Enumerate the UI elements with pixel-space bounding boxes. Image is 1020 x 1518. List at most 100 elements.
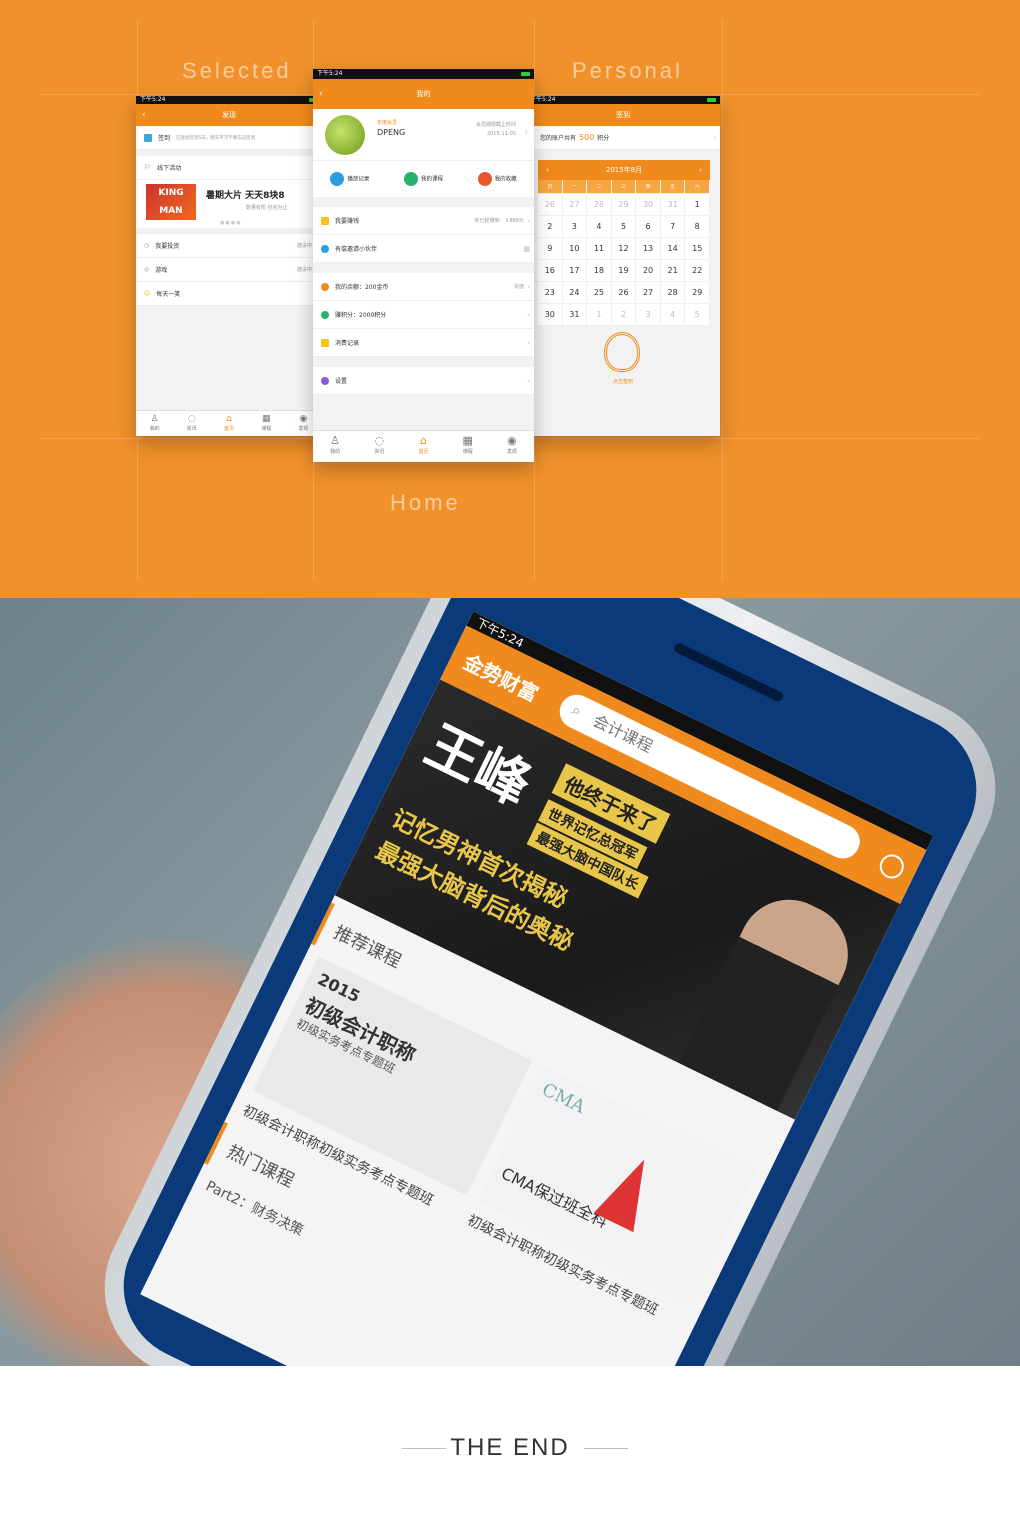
- prev-month-button[interactable]: ‹: [546, 160, 549, 180]
- calendar-day[interactable]: 24: [562, 282, 588, 304]
- calendar-day[interactable]: 9: [538, 238, 563, 260]
- calendar-day[interactable]: 15: [685, 238, 710, 260]
- nav-bar: ‹ 发现: [136, 104, 322, 126]
- smile-icon: ☺: [144, 290, 151, 297]
- calendar-day[interactable]: 29: [685, 282, 710, 304]
- play-history-button[interactable]: 播放记录: [330, 172, 369, 186]
- tab-news[interactable]: ◌ 资讯: [173, 411, 210, 436]
- calendar-day[interactable]: 5: [611, 216, 637, 238]
- calendar-day[interactable]: 31: [562, 304, 588, 326]
- calendar-header: ‹ 2015年8月 ›: [538, 160, 710, 180]
- tab-home[interactable]: ⌂ 首页: [210, 411, 247, 436]
- calendar-day[interactable]: 28: [660, 282, 686, 304]
- tab-mine[interactable]: ♙ 我的: [313, 431, 357, 462]
- calendar-day[interactable]: 14: [660, 238, 686, 260]
- calendar-day[interactable]: 26: [538, 194, 563, 216]
- page-title: 发现: [222, 111, 236, 119]
- fingerprint-icon[interactable]: [604, 332, 640, 372]
- calendar-day[interactable]: 13: [636, 238, 661, 260]
- calendar-day[interactable]: 22: [685, 260, 710, 282]
- calendar-day[interactable]: 4: [587, 216, 612, 238]
- tab-courses[interactable]: ▦ 课程: [446, 431, 490, 462]
- settings-row[interactable]: 设置 ›: [313, 367, 534, 395]
- account-points-row: 您的账户共有 500 积分 ›: [526, 126, 720, 150]
- calendar-day[interactable]: 4: [660, 304, 686, 326]
- calendar-day[interactable]: 2: [611, 304, 637, 326]
- calendar-day[interactable]: 1: [685, 194, 710, 216]
- clock-icon: ◷: [144, 242, 150, 249]
- calendar-day[interactable]: 29: [611, 194, 637, 216]
- calendar-day[interactable]: 30: [636, 194, 661, 216]
- next-month-button[interactable]: ›: [699, 160, 702, 180]
- offline-events-row[interactable]: ⚐ 线下活动: [136, 156, 322, 180]
- member-badge: 年度会员: [377, 120, 398, 126]
- pager-dots: ●●●●: [220, 220, 242, 226]
- calendar-day[interactable]: 26: [611, 282, 637, 304]
- nav-bar: ‹ 我的: [313, 79, 534, 109]
- invest-row[interactable]: ◷我要投资建设中›: [136, 234, 322, 258]
- calendar: ‹ 2015年8月 › 日一二三四五六 26 27 28 29 30 31 1 2 3 4 5 6 7 8 9 10…: [538, 160, 710, 326]
- calendar-day[interactable]: 11: [587, 238, 612, 260]
- joke-row[interactable]: ☺ 每天一笑: [136, 282, 322, 306]
- gear-icon: [321, 376, 329, 385]
- earn-money-row[interactable]: 我要赚钱 你已经赚到：￥888元 ›: [313, 207, 534, 235]
- points-row[interactable]: 赚积分：2000积分 ›: [313, 301, 534, 329]
- tab-bar: ♙ 我的 ◌ 资讯 ⌂ 首页 ▦ 课程 ◉ 发现: [313, 430, 534, 462]
- calendar-day[interactable]: 2: [538, 216, 563, 238]
- calendar-day[interactable]: 7: [660, 216, 686, 238]
- calendar-day[interactable]: 3: [636, 304, 661, 326]
- my-courses-button[interactable]: 我的课程: [403, 172, 443, 186]
- label-personal: Personal: [572, 58, 683, 83]
- back-icon[interactable]: ‹: [142, 104, 146, 126]
- calendar-day[interactable]: 12: [611, 238, 637, 260]
- favorites-button[interactable]: 我的收藏: [477, 172, 517, 186]
- calendar-day[interactable]: 30: [538, 304, 563, 326]
- clock-icon[interactable]: [875, 850, 908, 883]
- avatar: [325, 115, 365, 155]
- nav-bar: ‹签到: [526, 104, 720, 126]
- promo-banner[interactable]: KING MAN 暑期大片 天天8块8 数量有限 抢完为止 ●●●●: [136, 180, 322, 228]
- calendar-day[interactable]: 3: [562, 216, 588, 238]
- showcase-orange-section: Selected Personal Home 下午5:24 ‹ 发现 签到 已连续签…: [0, 0, 1020, 598]
- profile-header[interactable]: 年度会员 DPENG 会员期限截止时间 2015-11-05 ›: [313, 109, 534, 161]
- tab-discover[interactable]: ◉ 发现: [490, 431, 534, 462]
- back-icon[interactable]: ‹: [319, 79, 323, 109]
- calendar-day[interactable]: 25: [587, 282, 612, 304]
- profile-screen: 下午5:24 ‹ 我的 年度会员 DPENG 会员期限截止时间 2015-11-0…: [313, 69, 534, 462]
- calendar-day[interactable]: 27: [562, 194, 588, 216]
- checkin-screen: 下午5:24 ‹签到 您的账户共有500积分› ‹2015年8月› 日一二三四五…: [526, 96, 720, 436]
- calendar-day[interactable]: 31: [660, 194, 686, 216]
- end-title: THE END: [450, 1434, 570, 1461]
- calendar-day[interactable]: 19: [611, 260, 637, 282]
- invite-row[interactable]: 有偿邀请小伙伴 ▦: [313, 235, 534, 263]
- balance-row[interactable]: 我的余额：200金币 充值 ›: [313, 273, 534, 301]
- calendar-day[interactable]: 10: [562, 238, 588, 260]
- calendar-day[interactable]: 6: [636, 216, 661, 238]
- calendar-day[interactable]: 23: [538, 282, 563, 304]
- tab-mine[interactable]: ♙ 我的: [136, 411, 173, 436]
- qrcode-icon: ▦: [523, 244, 530, 253]
- calendar-day[interactable]: 16: [538, 260, 563, 282]
- calendar-day[interactable]: 17: [562, 260, 588, 282]
- calendar-day[interactable]: 5: [685, 304, 710, 326]
- tab-courses[interactable]: ▦ 课程: [248, 411, 285, 436]
- quick-actions: 播放记录 我的课程 我的收藏: [313, 161, 534, 197]
- calendar-day[interactable]: 21: [660, 260, 686, 282]
- end-section: THE END: [0, 1366, 1020, 1518]
- clover-icon: [321, 310, 329, 319]
- game-row[interactable]: ◎游戏建设中›: [136, 258, 322, 282]
- receipt-icon: [321, 338, 329, 347]
- gamepad-icon: ◎: [144, 266, 150, 273]
- calendar-day[interactable]: 18: [587, 260, 612, 282]
- calendar-day[interactable]: 20: [636, 260, 661, 282]
- checkin-row[interactable]: 签到 已连续签到5天，明天不万不要忘记签到: [136, 126, 322, 150]
- calendar-day[interactable]: 28: [587, 194, 612, 216]
- calendar-day[interactable]: 27: [636, 282, 661, 304]
- tab-news[interactable]: ◌ 资讯: [357, 431, 401, 462]
- records-row[interactable]: 消费记录 ›: [313, 329, 534, 357]
- tab-home[interactable]: ⌂ 首页: [401, 431, 445, 462]
- calendar-day[interactable]: 8: [685, 216, 710, 238]
- folder-icon: [321, 216, 329, 225]
- calendar-day[interactable]: 1: [587, 304, 612, 326]
- checkin-action[interactable]: 点击签到: [526, 378, 720, 385]
